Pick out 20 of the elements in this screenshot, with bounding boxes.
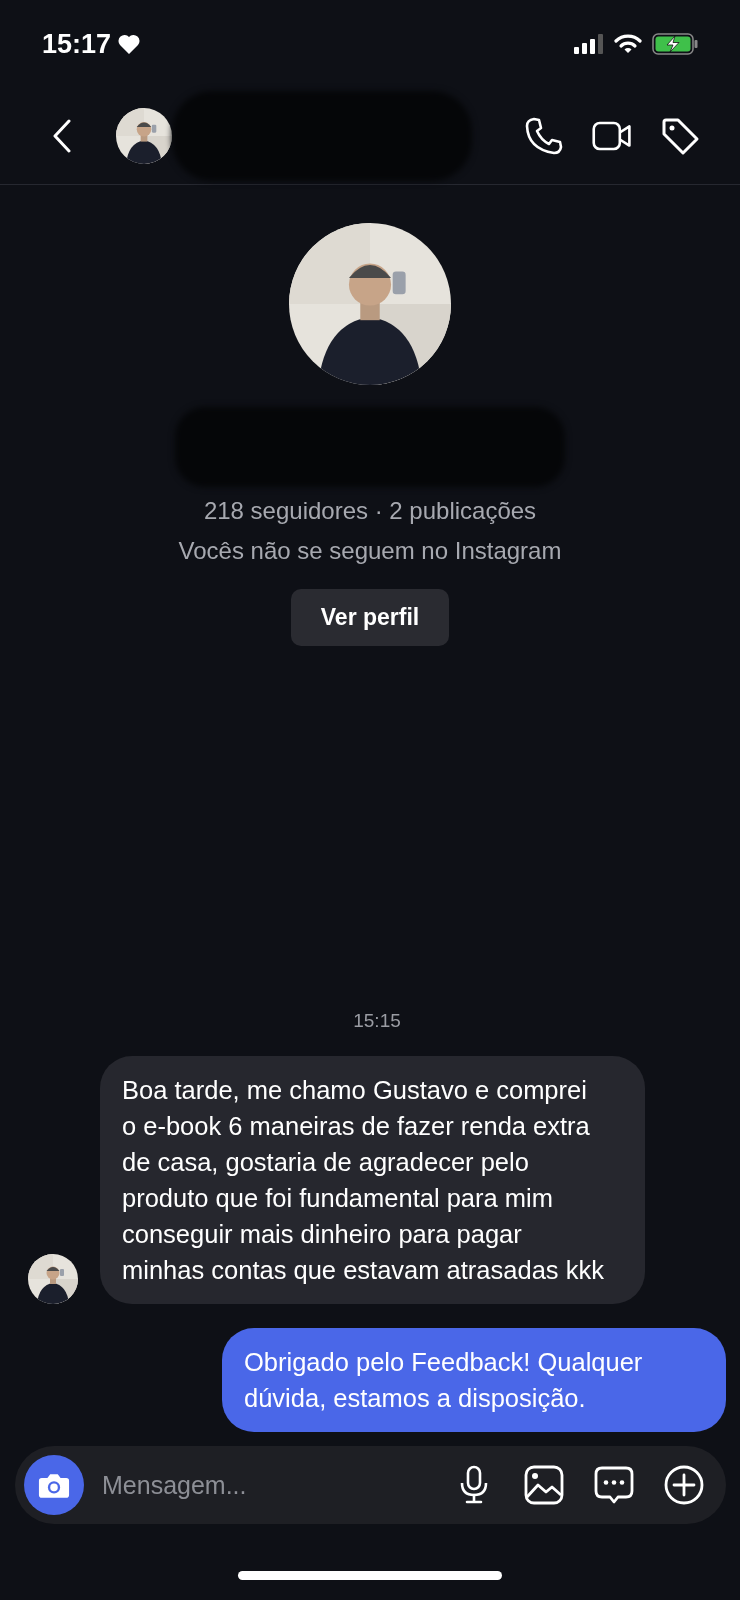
sent-message: Obrigado pelo Feedback! Qualquer dúvida, estamos a disposição. (222, 1328, 726, 1432)
tag-icon[interactable] (660, 116, 700, 156)
phone-icon[interactable] (524, 116, 564, 156)
message-timestamp: 15:15 (353, 1010, 401, 1032)
profile-stats: 218 seguidores · 2 publicações (203, 497, 537, 525)
camera-icon (38, 1471, 70, 1499)
message-input[interactable]: Mensagem... (100, 1469, 424, 1501)
signal-icon (574, 34, 604, 54)
received-message: Boa tarde, me chamo Gustavo e comprei o e-book 6 maneiras de fazer renda extra de casa, gostaria de agradecer pelo produto que foi fundamental para mim conseguir mais dinheiro para pagar minhas contas que estavam atrasadas kkk (100, 1056, 645, 1304)
back-icon[interactable] (52, 119, 72, 153)
battery-charging-icon (652, 33, 698, 55)
image-icon[interactable] (524, 1465, 564, 1505)
wifi-icon (614, 34, 642, 54)
add-icon[interactable] (664, 1465, 704, 1505)
chat-bubble-icon[interactable] (594, 1465, 634, 1505)
camera-button[interactable] (24, 1455, 84, 1515)
heart-icon (117, 33, 142, 55)
view-profile-button[interactable]: Ver perfil (290, 589, 450, 646)
follow-status: Vocês não se seguem no Instagram (178, 537, 562, 565)
status-time: 15:17 (42, 28, 112, 60)
